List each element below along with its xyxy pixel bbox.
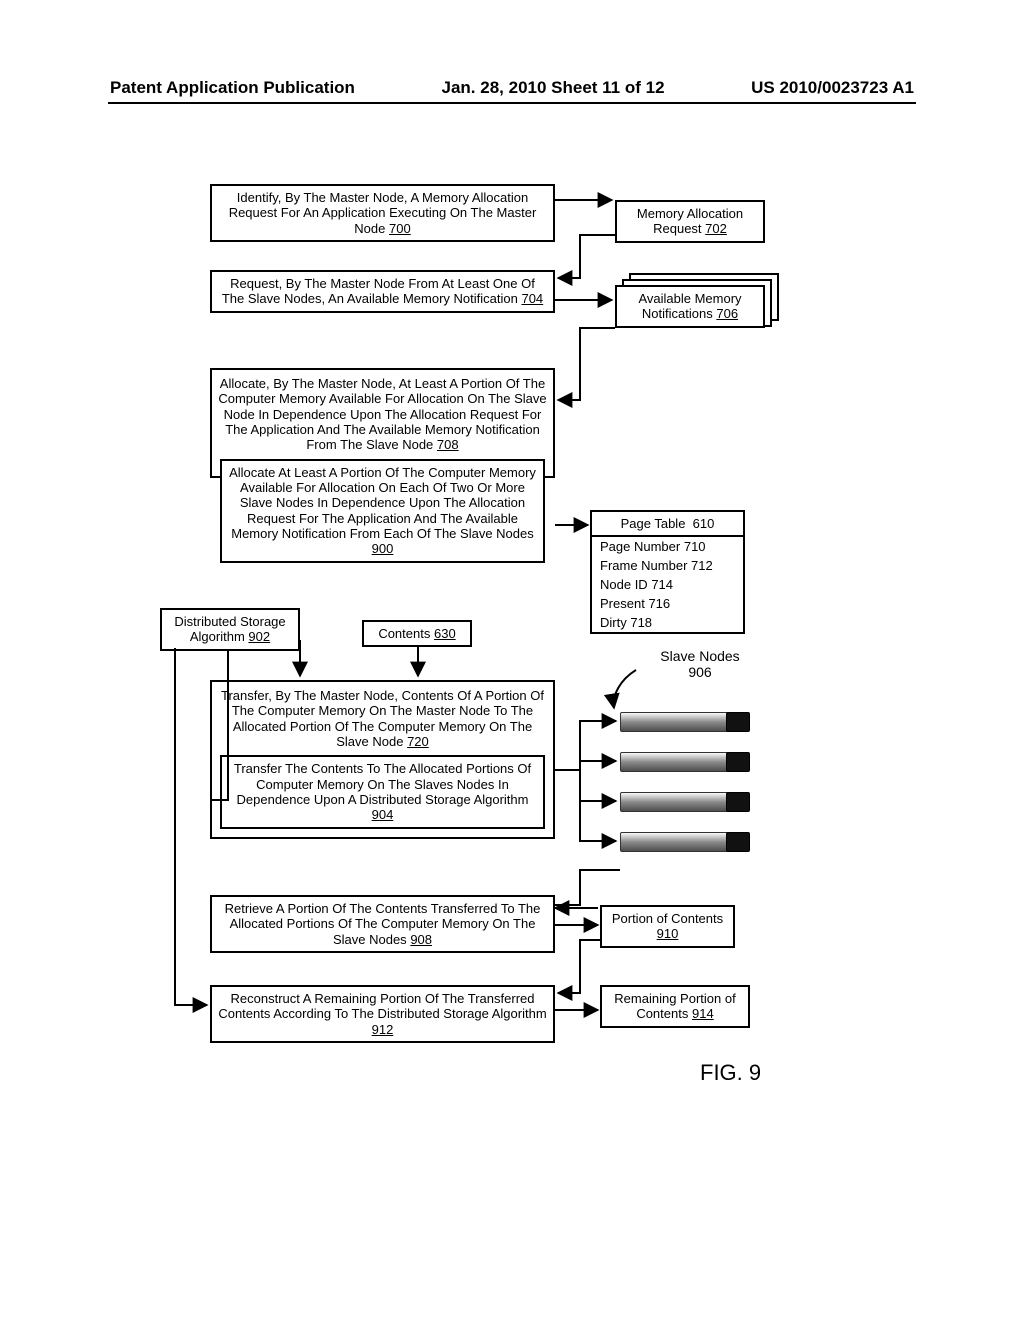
slave-node-icon	[620, 712, 750, 730]
step-912: Reconstruct A Remaining Portion Of The T…	[210, 985, 555, 1043]
header-left: Patent Application Publication	[110, 78, 355, 98]
memory-allocation-request-box: Memory Allocation Request 702	[615, 200, 765, 243]
page-header: Patent Application Publication Jan. 28, …	[110, 78, 914, 98]
slave-nodes-label: Slave Nodes906	[640, 648, 760, 680]
slave-node-icon	[620, 832, 750, 850]
remaining-portion-box: Remaining Portion of Contents 914	[600, 985, 750, 1028]
header-middle: Jan. 28, 2010 Sheet 11 of 12	[442, 78, 665, 98]
portion-of-contents-box: Portion of Contents 910	[600, 905, 735, 948]
page-table-box: Page Table 610 Page Number 710 Frame Num…	[590, 510, 745, 634]
slave-node-icon	[620, 792, 750, 810]
distributed-storage-algorithm-box: Distributed Storage Algorithm 902	[160, 608, 300, 651]
step-700: Identify, By The Master Node, A Memory A…	[210, 184, 555, 242]
step-904: Transfer The Contents To The Allocated P…	[220, 755, 545, 828]
step-720: Transfer, By The Master Node, Contents O…	[210, 680, 555, 839]
slave-node-icon	[620, 752, 750, 770]
step-900: Allocate At Least A Portion Of The Compu…	[220, 459, 545, 563]
step-704: Request, By The Master Node From At Leas…	[210, 270, 555, 313]
header-right: US 2010/0023723 A1	[751, 78, 914, 98]
step-908: Retrieve A Portion Of The Contents Trans…	[210, 895, 555, 953]
available-memory-notifications-stack: Available Memory Notifications 706	[615, 285, 775, 335]
step-708: Allocate, By The Master Node, At Least A…	[210, 368, 555, 478]
figure-label: FIG. 9	[700, 1060, 761, 1086]
contents-box: Contents 630	[362, 620, 472, 647]
header-rule	[108, 102, 916, 104]
